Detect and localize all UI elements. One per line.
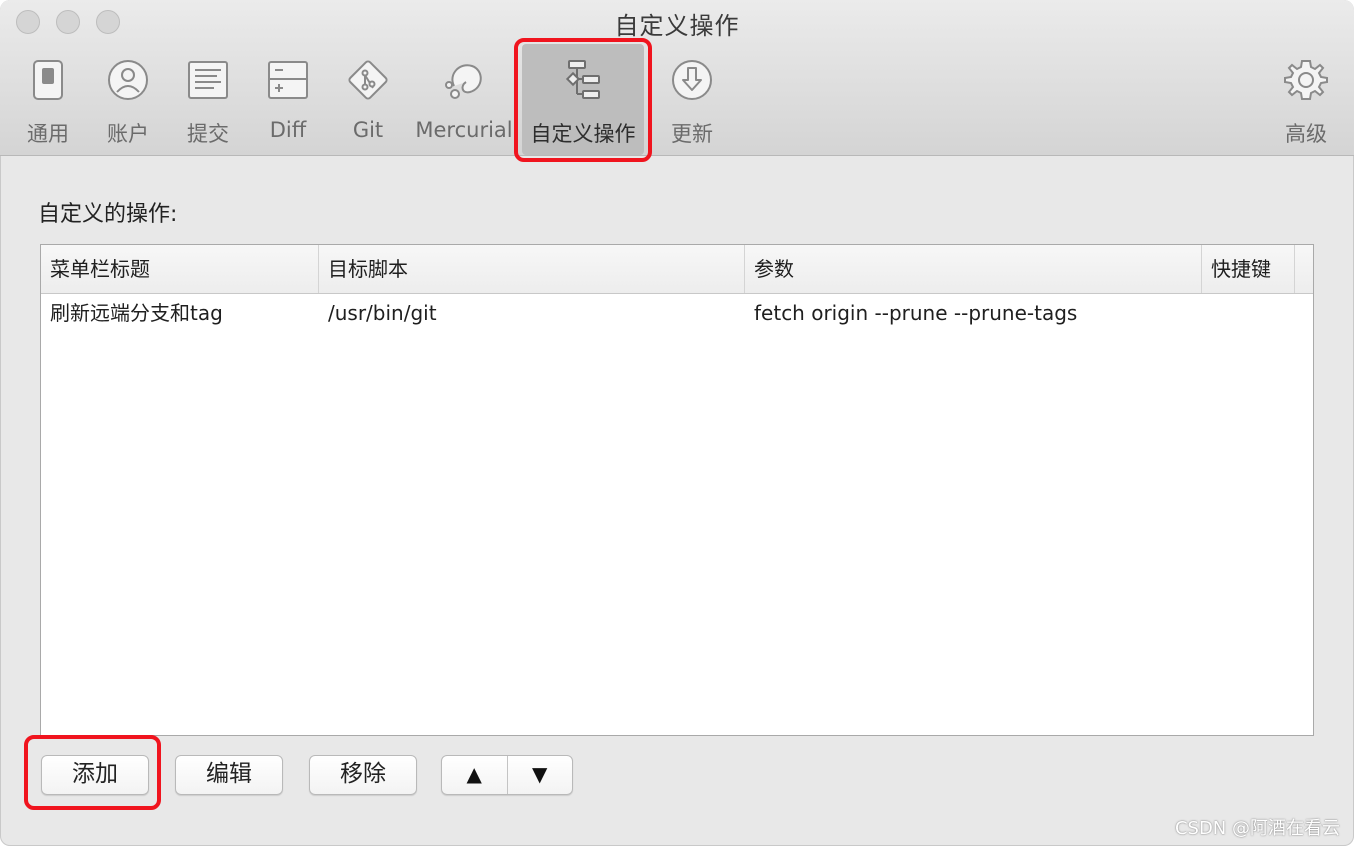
table-row[interactable]: 刷新远端分支和tag /usr/bin/git fetch origin --p… [41,293,1313,333]
move-up-button[interactable]: ▲ [442,756,508,794]
window-title: 自定义操作 [614,12,740,40]
custom-actions-table[interactable]: 菜单栏标题 目标脚本 参数 快捷键 刷新远端分支和tag /usr/bin/gi… [40,244,1314,736]
tab-mercurial[interactable]: Mercurial [414,52,514,152]
mercurial-icon [440,56,488,104]
edit-button[interactable]: 编辑 [175,755,283,795]
tab-commit[interactable]: 提交 [178,52,238,152]
watermark: CSDN @阿酒在看云 [1174,818,1340,839]
custom-actions-section-label: 自定义的操作: [38,202,178,227]
tab-update-label: 更新 [671,122,713,146]
tab-advanced[interactable]: 高级 [1276,52,1336,152]
tab-update[interactable]: 更新 [662,52,722,152]
tab-diff[interactable]: Diff [258,52,318,152]
cell-menu-title: 刷新远端分支和tag [50,301,223,325]
tab-custom-actions-label: 自定义操作 [530,122,636,146]
tab-accounts-label: 账户 [107,122,149,146]
custom-actions-icon [559,56,607,104]
diff-icon [264,56,312,104]
cell-parameters: fetch origin --prune --prune-tags [754,301,1078,325]
add-button[interactable]: 添加 [41,755,149,795]
column-header-parameters[interactable]: 参数 [745,245,1202,293]
tab-general-label: 通用 [27,122,69,146]
preferences-window: 自定义操作 通用 账户 提交 Diff Git Mercurial 自定义操作 … [0,0,1354,846]
download-arrow-icon [668,56,716,104]
gear-icon [1282,56,1330,104]
tab-accounts[interactable]: 账户 [98,52,158,152]
tab-general[interactable]: 通用 [18,52,78,152]
tab-commit-label: 提交 [187,122,229,146]
move-down-button[interactable]: ▼ [508,756,573,794]
column-header-shortcut[interactable]: 快捷键 [1202,245,1295,293]
document-lines-icon [184,56,232,104]
tab-diff-label: Diff [269,118,307,142]
switch-icon [24,56,72,104]
toolbar: 自定义操作 通用 账户 提交 Diff Git Mercurial 自定义操作 … [0,0,1354,156]
cell-target-script: /usr/bin/git [328,301,437,325]
table-header: 菜单栏标题 目标脚本 参数 快捷键 [41,245,1313,294]
tab-advanced-label: 高级 [1285,122,1327,146]
user-icon [104,56,152,104]
git-icon [344,56,392,104]
remove-button[interactable]: 移除 [309,755,417,795]
column-header-menu-title[interactable]: 菜单栏标题 [41,245,319,293]
tab-mercurial-label: Mercurial [415,118,513,142]
tab-custom-actions[interactable]: 自定义操作 [522,44,644,155]
column-header-target-script[interactable]: 目标脚本 [319,245,745,293]
cell-shortcut [1202,293,1295,333]
tab-git-label: Git [352,118,384,142]
reorder-segmented-control: ▲ ▼ [441,755,573,795]
tab-git[interactable]: Git [338,52,398,152]
